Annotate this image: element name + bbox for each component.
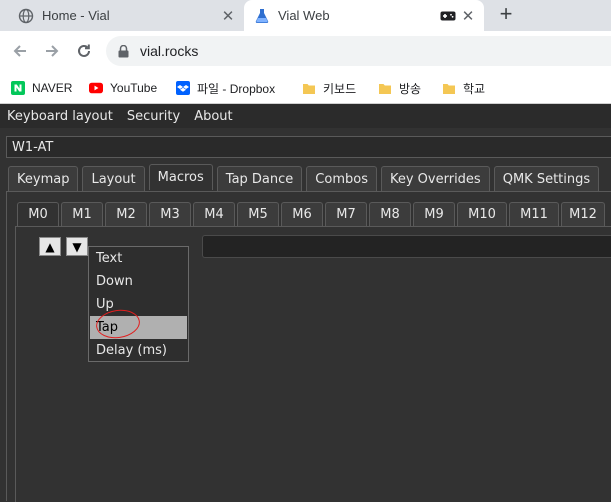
macro-tab-m5[interactable]: M5 <box>237 202 279 226</box>
youtube-icon <box>89 81 103 95</box>
tab-macros[interactable]: Macros <box>148 164 213 190</box>
bookmark-label: YouTube <box>110 81 158 95</box>
menu-security[interactable]: Security <box>120 109 187 124</box>
macro-tab-m2[interactable]: M2 <box>105 202 147 226</box>
menu-bar: Keyboard layout Security About <box>0 104 611 128</box>
menu-about[interactable]: About <box>187 109 239 124</box>
vial-app: Keyboard layout Security About W1-AT Key… <box>0 104 611 502</box>
bookmark-folder-broadcast[interactable]: 방송 <box>378 79 421 97</box>
bookmark-naver[interactable]: NAVER <box>11 79 72 97</box>
close-icon[interactable]: ✕ <box>218 7 238 25</box>
bookmark-label: NAVER <box>32 81 73 95</box>
bookmark-label: 키보드 <box>323 81 357 96</box>
browser-toolbar: vial.rocks <box>0 31 611 71</box>
bookmarks-bar: NAVER YouTube 파일 - Dropbox 키보드 방송 학교 <box>0 71 611 104</box>
bookmark-folder-school[interactable]: 학교 <box>442 79 485 97</box>
macro-tab-m6[interactable]: M6 <box>281 202 323 226</box>
macro-tab-m10[interactable]: M10 <box>457 202 507 226</box>
tab-combos[interactable]: Combos <box>306 166 377 191</box>
option-down[interactable]: Down <box>90 270 187 293</box>
globe-icon <box>18 8 34 24</box>
close-icon[interactable]: ✕ <box>458 7 478 25</box>
macro-tab-m12[interactable]: M12 <box>561 202 605 226</box>
macro-tab-m7[interactable]: M7 <box>325 202 367 226</box>
main-tabs: Keymap Layout Macros Tap Dance Combos Ke… <box>8 164 603 191</box>
tab-tap-dance[interactable]: Tap Dance <box>216 166 303 191</box>
naver-icon <box>11 81 25 95</box>
macro-tab-m8[interactable]: M8 <box>369 202 411 226</box>
bookmark-label: 방송 <box>399 81 422 96</box>
bookmark-label: 파일 - Dropbox <box>197 81 276 96</box>
forward-arrow-icon[interactable] <box>40 39 64 63</box>
folder-icon <box>442 81 456 95</box>
tab-qmk-settings[interactable]: QMK Settings <box>493 166 600 191</box>
bookmark-youtube[interactable]: YouTube <box>89 79 157 97</box>
back-arrow-icon[interactable] <box>8 39 32 63</box>
dropbox-icon <box>176 81 190 95</box>
macro-tab-m0[interactable]: M0 <box>17 202 59 226</box>
browser-tab-vial-web[interactable]: Vial Web ✕ <box>244 0 484 31</box>
new-tab-plus-icon[interactable]: + <box>494 3 518 27</box>
flask-icon <box>254 8 270 24</box>
tab-keymap[interactable]: Keymap <box>8 166 79 191</box>
option-text[interactable]: Text <box>90 247 187 270</box>
action-type-dropdown[interactable]: Text Down Up Tap Delay (ms) <box>88 246 189 362</box>
macro-tab-m11[interactable]: M11 <box>509 202 559 226</box>
move-up-button[interactable]: ▲ <box>39 237 61 256</box>
address-bar[interactable]: vial.rocks <box>106 36 611 66</box>
macro-tab-m1[interactable]: M1 <box>61 202 103 226</box>
bookmark-label: 학교 <box>463 81 486 96</box>
browser-tab-title: Home - Vial <box>42 8 110 23</box>
browser-tab-home-vial[interactable]: Home - Vial ✕ <box>8 0 244 31</box>
gamepad-icon <box>438 8 458 24</box>
option-delay[interactable]: Delay (ms) <box>90 339 187 362</box>
reload-icon[interactable] <box>72 39 96 63</box>
macro-tabs: M0 M1 M2 M3 M4 M5 M6 M7 M8 M9 M10 M11 M1… <box>17 202 607 226</box>
folder-icon <box>378 81 392 95</box>
bookmark-folder-keyboard[interactable]: 키보드 <box>302 79 356 97</box>
tab-layout[interactable]: Layout <box>82 166 145 191</box>
browser-tab-strip: Home - Vial ✕ Vial Web ✕ + <box>0 0 611 31</box>
keyboard-name: W1-AT <box>12 139 54 155</box>
macro-text-input[interactable] <box>202 235 611 258</box>
tab-key-overrides[interactable]: Key Overrides <box>380 166 490 191</box>
move-down-button[interactable]: ▼ <box>66 237 88 256</box>
url-text: vial.rocks <box>140 43 199 59</box>
browser-tab-title: Vial Web <box>278 8 330 23</box>
macro-tab-m4[interactable]: M4 <box>193 202 235 226</box>
folder-icon <box>302 81 316 95</box>
bookmark-dropbox[interactable]: 파일 - Dropbox <box>176 79 275 97</box>
menu-keyboard-layout[interactable]: Keyboard layout <box>0 109 120 124</box>
macro-tab-m9[interactable]: M9 <box>413 202 455 226</box>
macro-tab-m3[interactable]: M3 <box>149 202 191 226</box>
lock-icon <box>116 44 130 58</box>
keyboard-selector[interactable]: W1-AT <box>6 136 611 158</box>
